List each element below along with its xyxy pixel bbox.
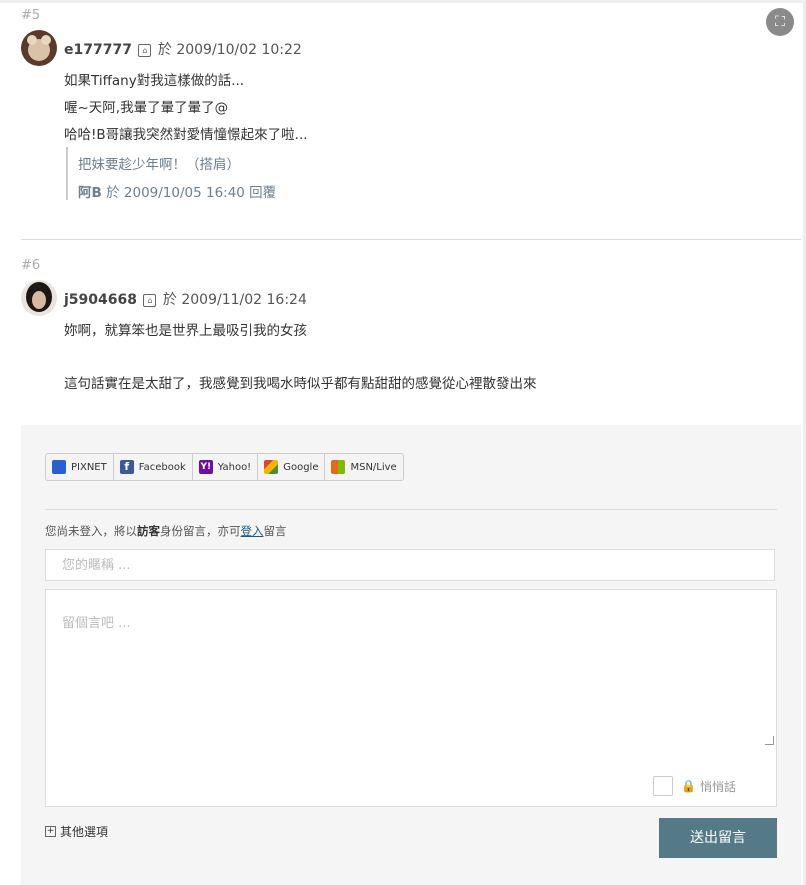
login-notice: 您尚未登入，將以訪客身份留言，亦可登入留言 (45, 523, 287, 539)
comment-divider (21, 239, 801, 240)
comment-form: PIXNET f Facebook Y! Yahoo! Google MSN/L… (21, 425, 801, 885)
lock-icon: 🔒 (681, 779, 696, 793)
message-placeholder: 留個言吧 ... (62, 616, 131, 631)
reply-meta: 於 2009/10/05 16:40 回覆 (106, 185, 277, 201)
comment-author: j5904668 ⌂ 於 2009/11/02 16:24 (64, 289, 307, 309)
private-toggle: 🔒 悄悄話 (653, 776, 736, 796)
date-prefix: 於 (162, 292, 177, 308)
date-prefix: 於 (157, 42, 172, 58)
provider-label: Facebook (138, 461, 186, 473)
home-icon[interactable]: ⌂ (138, 43, 152, 57)
comment-number: #5 (21, 8, 41, 23)
facebook-icon: f (119, 460, 134, 474)
nickname-placeholder: 您的暱稱 ... (62, 558, 131, 573)
comment-date: 2009/11/02 16:24 (181, 292, 307, 308)
comment-line: 這句話實在是太甜了，我感覺到我喝水時似乎都有點甜甜的感覺從心裡散發出來 (64, 376, 537, 392)
notice-text: 身份留言，亦可 (160, 524, 241, 538)
home-icon[interactable]: ⌂ (143, 293, 157, 307)
top-border (0, 0, 806, 3)
msn-icon (331, 460, 346, 474)
login-pixnet-button[interactable]: PIXNET (46, 454, 114, 480)
google-icon (264, 460, 279, 474)
reply-text: 把妹要趁少年啊！（搭肩） (78, 157, 240, 173)
login-msn-button[interactable]: MSN/Live (325, 454, 402, 480)
login-providers: PIXNET f Facebook Y! Yahoo! Google MSN/L… (45, 453, 404, 481)
comment-date: 2009/10/02 10:22 (176, 42, 302, 58)
author-reply: 把妹要趁少年啊！（搭肩） 阿B 於 2009/10/05 16:40 回覆 (66, 147, 277, 201)
guest-label: 訪客 (137, 524, 160, 538)
notice-text: 您尚未登入，將以 (45, 524, 137, 538)
submit-button[interactable]: 送出留言 (659, 818, 777, 858)
comment-number: #6 (21, 258, 41, 273)
author-name[interactable]: e177777 (64, 42, 132, 58)
author-name[interactable]: j5904668 (64, 292, 137, 308)
resize-handle[interactable] (765, 736, 774, 745)
yahoo-icon: Y! (198, 460, 213, 474)
divider (45, 509, 777, 510)
more-options-label: 其他選項 (60, 825, 109, 839)
provider-label: MSN/Live (350, 461, 397, 473)
comment-line: 喔~天阿,我暈了暈了暈了@ (64, 100, 229, 116)
plus-icon: + (45, 826, 56, 837)
more-options-toggle[interactable]: + 其他選項 (45, 823, 108, 840)
comment-author: e177777 ⌂ 於 2009/10/02 10:22 (64, 39, 302, 59)
private-checkbox[interactable] (653, 776, 674, 796)
message-textarea[interactable]: 留個言吧 ... 🔒 悄悄話 (45, 589, 777, 807)
pixnet-icon (52, 460, 66, 474)
private-label: 悄悄話 (699, 779, 736, 794)
login-facebook-button[interactable]: f Facebook (114, 454, 193, 480)
login-yahoo-button[interactable]: Y! Yahoo! (193, 454, 259, 480)
comment-6: #6 j5904668 ⌂ 於 2009/11/02 16:24 妳啊，就算笨也… (21, 258, 801, 392)
notice-text: 留言 (263, 524, 287, 538)
provider-label: Yahoo! (217, 461, 252, 473)
provider-label: PIXNET (71, 461, 107, 473)
provider-label: Google (283, 461, 319, 473)
login-google-button[interactable]: Google (258, 454, 326, 480)
login-link[interactable]: 登入 (241, 524, 264, 538)
comment-line: 妳啊，就算笨也是世界上最吸引我的女孩 (64, 323, 307, 339)
comment-5: #5 e177777 ⌂ 於 2009/10/02 10:22 如果Tiffan… (21, 8, 801, 201)
comment-line: 哈哈!B哥讓我突然對愛情憧憬起來了啦... (64, 127, 308, 143)
avatar[interactable] (21, 280, 57, 316)
nickname-input[interactable]: 您的暱稱 ... (45, 549, 775, 581)
reply-author: 阿B (78, 185, 102, 201)
avatar[interactable] (21, 30, 57, 66)
comment-line: 如果Tiffany對我這樣做的話... (64, 73, 245, 89)
